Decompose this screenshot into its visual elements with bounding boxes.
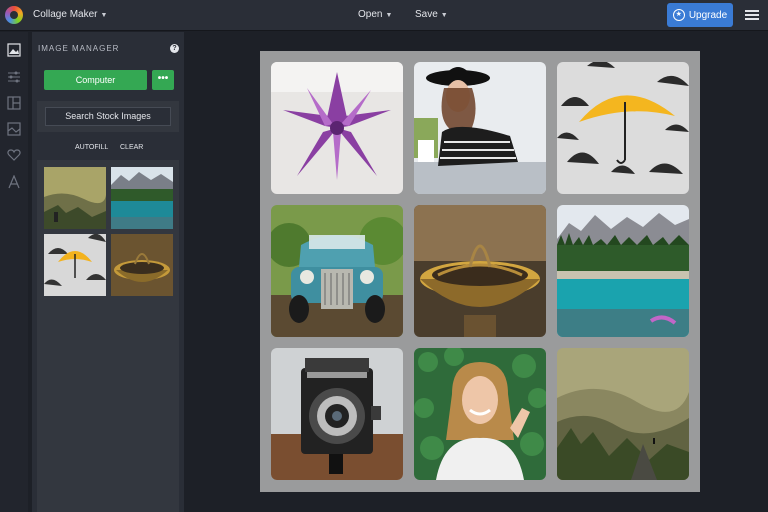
upgrade-label: Upgrade	[688, 9, 728, 21]
open-menu[interactable]: Open ▼	[358, 9, 392, 20]
hamburger-menu-icon[interactable]	[745, 10, 759, 20]
upgrade-button[interactable]: ★ Upgrade	[667, 3, 733, 27]
panel-title: IMAGE MANAGER	[38, 44, 120, 53]
text-icon[interactable]	[6, 174, 22, 190]
save-menu[interactable]: Save ▼	[415, 9, 448, 20]
heart-icon[interactable]	[6, 147, 22, 163]
computer-upload-button[interactable]: Computer	[44, 70, 147, 90]
image-icon[interactable]	[6, 42, 22, 58]
collage-photo-golden-bowl[interactable]	[414, 205, 546, 337]
collage-canvas	[260, 51, 700, 492]
sliders-icon[interactable]	[6, 69, 22, 85]
save-label: Save	[415, 9, 438, 20]
more-options-button[interactable]: •••	[152, 70, 174, 90]
search-stock-images-button[interactable]: Search Stock Images	[45, 107, 171, 126]
background-icon[interactable]	[6, 121, 22, 137]
app-name-menu[interactable]: Collage Maker ▼	[33, 9, 107, 20]
collage-photo-smiling-woman[interactable]	[414, 348, 546, 480]
collage-photo-hills-sunset[interactable]	[557, 348, 689, 480]
search-stock-wrapper: Search Stock Images	[37, 101, 179, 132]
collage-photo-purple-succulent[interactable]	[271, 62, 403, 194]
collage-photo-mountain-lake[interactable]	[557, 205, 689, 337]
thumbnail-golden-bowl[interactable]	[111, 234, 173, 296]
layout-icon[interactable]	[6, 95, 22, 111]
thumbnail-hills-sunset[interactable]	[44, 167, 106, 229]
canvas-area	[190, 32, 768, 512]
help-icon[interactable]: ?	[170, 44, 179, 53]
top-bar: Collage Maker ▼ Open ▼ Save ▼ ★ Upgrade	[0, 0, 768, 31]
autofill-button[interactable]: AUTOFILL	[75, 144, 108, 151]
tool-rail	[0, 32, 28, 512]
app-name-label: Collage Maker	[33, 9, 98, 20]
open-label: Open	[358, 9, 383, 20]
chevron-down-icon: ▼	[440, 12, 448, 19]
star-icon: ★	[672, 9, 685, 21]
collage-photo-vintage-camera[interactable]	[271, 348, 403, 480]
image-manager-panel: IMAGE MANAGER ? Computer ••• Search Stoc…	[32, 32, 184, 512]
thumbnail-mountain-lake[interactable]	[111, 167, 173, 229]
collage-photo-yellow-umbrella[interactable]	[557, 62, 689, 194]
collage-photo-vintage-truck[interactable]	[271, 205, 403, 337]
chevron-down-icon: ▼	[385, 12, 393, 19]
thumbnail-yellow-umbrella[interactable]	[44, 233, 106, 296]
collage-photo-woman-in-hat[interactable]	[414, 62, 546, 194]
thumbnail-grid	[37, 160, 179, 512]
chevron-down-icon: ▼	[100, 12, 108, 19]
app-logo[interactable]	[5, 6, 23, 24]
clear-button[interactable]: CLEAR	[120, 144, 143, 151]
